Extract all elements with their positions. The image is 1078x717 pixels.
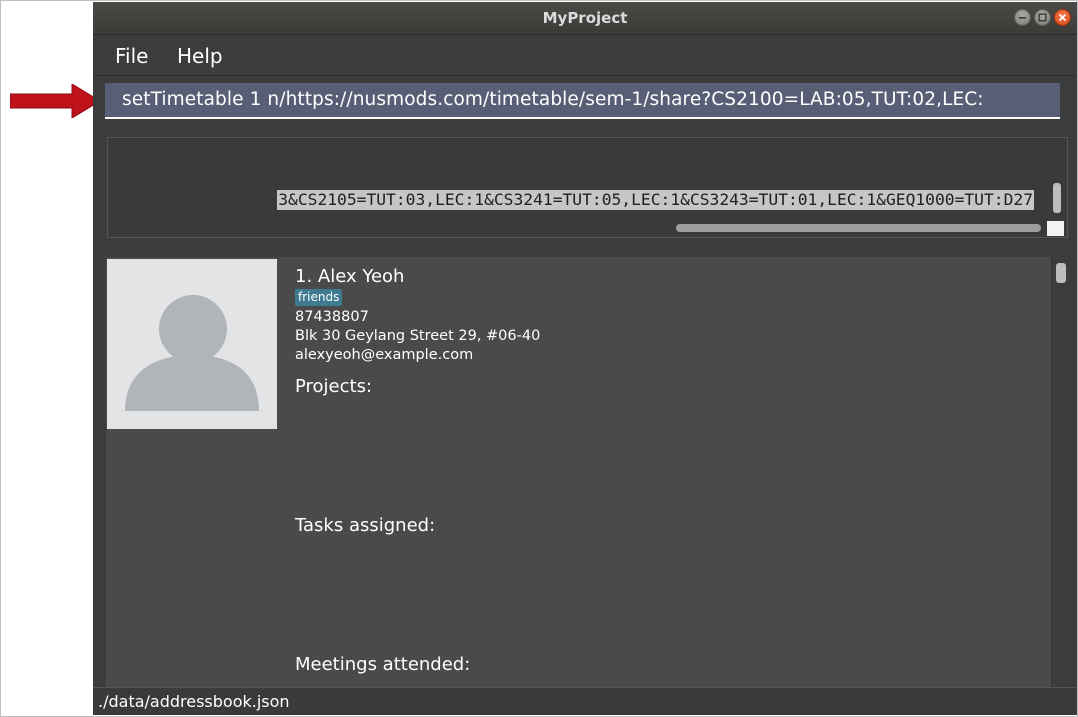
maximize-icon — [1038, 13, 1047, 22]
person-card[interactable]: 1. Alex Yeoh friends 87438807 Blk 30 Gey… — [106, 257, 1051, 687]
command-input[interactable]: setTimetable 1 n/https://nusmods.com/tim… — [105, 83, 1060, 119]
status-file-path: ./data/addressbook.json — [98, 692, 290, 711]
close-icon — [1058, 13, 1067, 22]
window-controls — [1014, 9, 1071, 26]
person-list-panel: 1. Alex Yeoh friends 87438807 Blk 30 Gey… — [93, 247, 1077, 687]
tag-badge: friends — [295, 289, 343, 306]
result-display-text: 3&CS2105=TUT:03,LEC:1&CS3241=TUT:05,LEC:… — [277, 190, 1034, 210]
minimize-icon — [1019, 17, 1026, 19]
meetings-heading: Meetings attended: — [295, 654, 471, 675]
arrow-right-icon — [10, 84, 100, 118]
screenshot-page: MyProject File Help setTimetable 1 n/htt… — [0, 0, 1078, 717]
person-list-scrollbar[interactable] — [1056, 263, 1066, 283]
result-display-panel: 3&CS2105=TUT:03,LEC:1&CS3241=TUT:05,LEC:… — [93, 128, 1077, 246]
projects-heading: Projects: — [295, 376, 373, 397]
result-horizontal-scrollbar[interactable] — [676, 224, 1041, 232]
title-bar[interactable]: MyProject — [93, 2, 1077, 35]
person-email: alexyeoh@example.com — [295, 347, 474, 363]
tasks-heading: Tasks assigned: — [295, 515, 436, 536]
maximize-button[interactable] — [1034, 9, 1051, 26]
result-display[interactable]: 3&CS2105=TUT:03,LEC:1&CS3241=TUT:05,LEC:… — [107, 137, 1068, 238]
person-list[interactable]: 1. Alex Yeoh friends 87438807 Blk 30 Gey… — [106, 257, 1068, 687]
window-title: MyProject — [542, 9, 628, 27]
menu-bar: File Help — [93, 35, 1077, 76]
status-bar: ./data/addressbook.json — [93, 687, 1077, 715]
app-window: MyProject File Help setTimetable 1 n/htt… — [93, 2, 1077, 715]
command-input-value: setTimetable 1 n/https://nusmods.com/tim… — [122, 89, 984, 110]
minimize-button[interactable] — [1014, 9, 1031, 26]
menu-file[interactable]: File — [115, 44, 148, 68]
result-vertical-scrollbar[interactable] — [1053, 183, 1061, 213]
menu-help[interactable]: Help — [177, 44, 223, 68]
person-name: 1. Alex Yeoh — [295, 266, 405, 287]
person-list-scroll-track[interactable] — [1053, 257, 1068, 687]
person-phone: 87438807 — [295, 309, 369, 325]
person-address: Blk 30 Geylang Street 29, #06-40 — [295, 328, 541, 344]
user-placeholder-icon — [125, 295, 259, 411]
close-button[interactable] — [1054, 9, 1071, 26]
avatar — [107, 259, 277, 429]
scroll-corner — [1047, 221, 1064, 236]
